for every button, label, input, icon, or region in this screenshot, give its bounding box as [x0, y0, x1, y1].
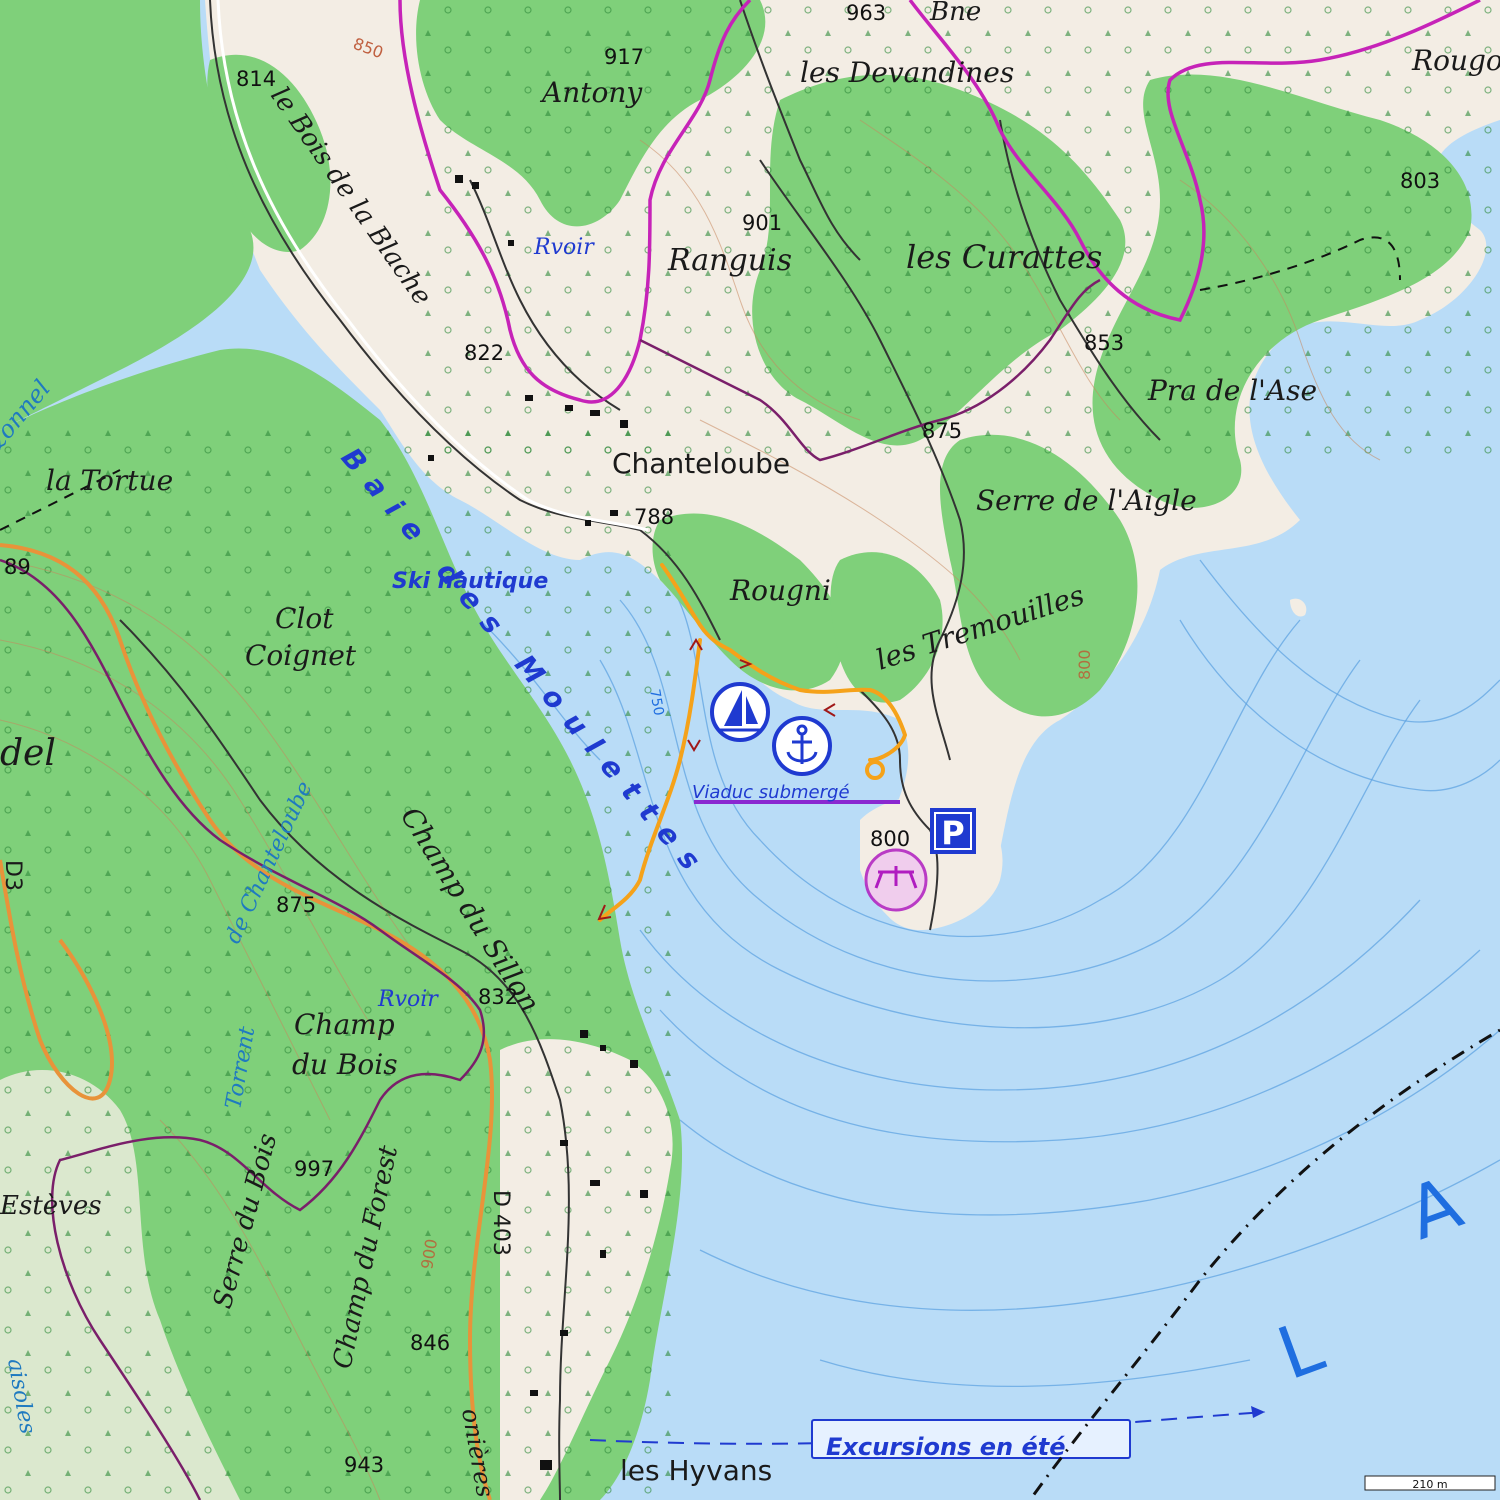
altitude-943: 943 — [344, 1453, 384, 1477]
label-pra-ase: Pra de l'Ase — [1147, 374, 1317, 407]
label-del: del — [0, 733, 56, 774]
label-rvoir-north: Rvoir — [533, 235, 595, 260]
label-antony: Antony — [539, 76, 643, 109]
label-d403: D 403 — [488, 1190, 513, 1256]
label-curattes: les Curattes — [906, 238, 1102, 276]
label-champ: Champ — [294, 1008, 395, 1041]
altitude-846: 846 — [410, 1331, 450, 1355]
altitude-788: 788 — [634, 505, 674, 529]
altitude-875-south: 875 — [276, 893, 316, 917]
label-d3: D3 — [0, 860, 25, 891]
label-la-tortue: la Tortue — [46, 464, 173, 497]
label-chanteloube: Chanteloube — [612, 447, 790, 480]
svg-text:P: P — [941, 814, 964, 852]
label-rougo: Rougo — [1411, 44, 1500, 77]
label-clot: Clot — [275, 602, 334, 635]
altitude-800-contour: 800 — [1075, 649, 1094, 680]
label-du-bois: du Bois — [292, 1048, 398, 1081]
label-rougni: Rougni — [729, 574, 831, 607]
sailing-icon[interactable] — [710, 682, 770, 742]
altitude-917: 917 — [604, 45, 644, 69]
svg-text:210 m: 210 m — [1412, 1478, 1447, 1491]
altitude-963: 963 — [846, 1, 886, 25]
label-esteves: Estèves — [0, 1191, 102, 1221]
altitude-997: 997 — [294, 1157, 334, 1181]
label-excursions: Excursions en été — [826, 1433, 1066, 1461]
label-devandines: les Devandines — [800, 56, 1014, 89]
picnic-area-icon[interactable] — [864, 848, 928, 912]
label-viaduc: Viaduc submergé — [692, 782, 850, 803]
label-ranguis: Ranguis — [667, 243, 792, 278]
altitude-814: 814 — [236, 67, 276, 91]
topographic-map[interactable]: P 210 m Bne Rougo les Devandines Antony … — [0, 0, 1500, 1500]
label-bne: Bne — [929, 0, 981, 27]
altitude-832: 832 — [478, 985, 518, 1009]
label-ski: Ski nautique — [392, 569, 548, 594]
label-serre-aigle: Serre de l'Aigle — [976, 484, 1197, 517]
label-coignet: Coignet — [245, 639, 357, 672]
parking-icon[interactable]: P — [930, 808, 976, 854]
altitude-901: 901 — [742, 211, 782, 235]
scale-bar: 210 m — [1364, 1475, 1496, 1491]
altitude-803: 803 — [1400, 169, 1440, 193]
altitude-822: 822 — [464, 341, 504, 365]
altitude-89: 89 — [4, 555, 31, 579]
label-hyvans: les Hyvans — [620, 1454, 772, 1487]
altitude-800: 800 — [870, 827, 910, 851]
anchor-icon[interactable] — [772, 716, 832, 776]
altitude-875-north: 875 — [922, 419, 962, 443]
altitude-853: 853 — [1084, 331, 1124, 355]
